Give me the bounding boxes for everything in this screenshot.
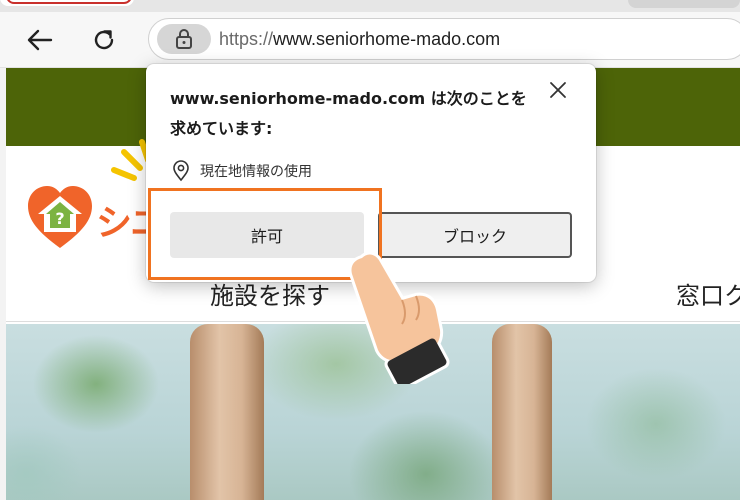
close-icon [550, 82, 566, 98]
refresh-button[interactable] [88, 24, 120, 56]
arrow-left-icon [27, 29, 53, 51]
location-pin-icon [173, 160, 189, 182]
site-info-button[interactable] [157, 24, 211, 54]
house-heart-logo-icon[interactable]: ? [24, 182, 96, 254]
url-text[interactable]: https://www.seniorhome-mado.com [219, 29, 500, 50]
browser-toolbar: https://www.seniorhome-mado.com [0, 12, 740, 68]
permission-label: 現在地情報の使用 [200, 164, 312, 180]
back-button[interactable] [24, 24, 56, 56]
tab-highlight-outline [6, 0, 132, 4]
url-scheme: https:// [219, 29, 274, 49]
permission-row: 現在地情報の使用 [172, 160, 312, 182]
tab-strip [0, 0, 740, 12]
url-host: www.seniorhome-mado.com [273, 29, 501, 49]
tab-right-fragment[interactable] [628, 0, 740, 8]
refresh-icon [94, 30, 114, 50]
pointing-hand-icon [348, 251, 450, 384]
hero-pillar [190, 324, 264, 500]
lock-icon [176, 29, 192, 49]
popup-title: www.seniorhome-mado.com は次のことを求めています: [170, 89, 527, 138]
svg-text:?: ? [55, 209, 64, 228]
address-bar[interactable]: https://www.seniorhome-mado.com [148, 18, 740, 60]
close-button[interactable] [544, 76, 572, 104]
nav-window[interactable]: 窓口ク [676, 276, 740, 311]
active-tab[interactable] [0, 0, 134, 6]
hero-pillar [492, 324, 552, 500]
